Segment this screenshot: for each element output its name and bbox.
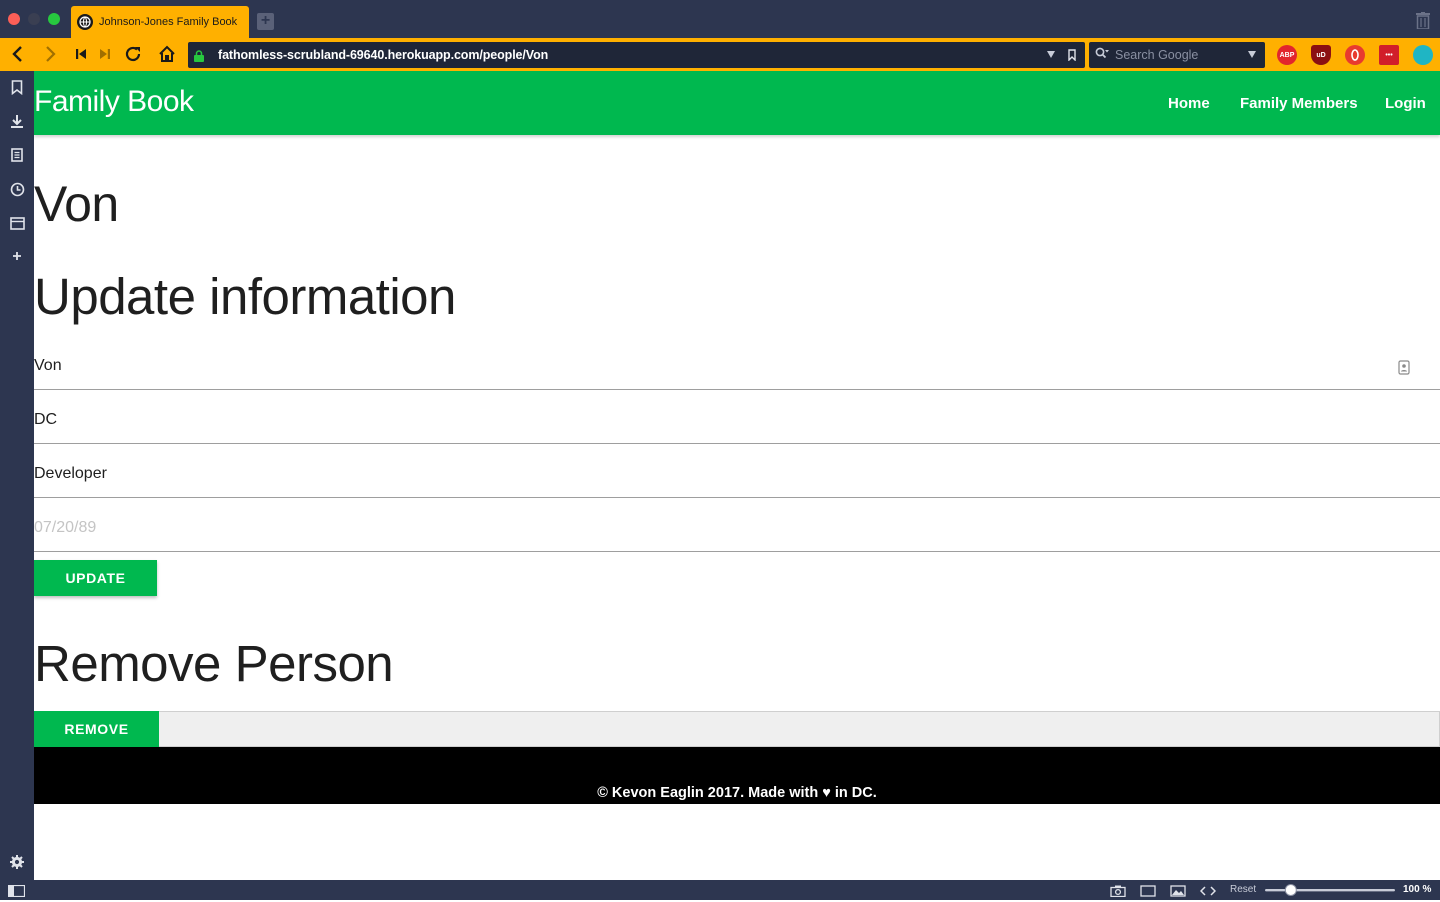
name-input[interactable] (34, 357, 1334, 375)
web-page: Family Book Home Family Members Login Vo… (34, 71, 1440, 880)
site-footer: © Kevon Eaglin 2017. Made with ♥ in DC. (34, 747, 1440, 804)
image-icon[interactable] (1170, 884, 1186, 902)
back-arrow-icon[interactable] (6, 43, 28, 65)
settings-gear-icon[interactable] (9, 854, 25, 870)
nav-home-link[interactable]: Home (1168, 95, 1210, 112)
tile-window-icon[interactable] (1140, 884, 1156, 902)
new-tab-button[interactable]: + (257, 13, 274, 30)
adblock-plus-icon[interactable]: ABP (1277, 45, 1297, 65)
fast-forward-icon[interactable] (94, 43, 116, 65)
rewind-icon[interactable] (70, 43, 92, 65)
lock-icon (194, 49, 204, 62)
search-placeholder: Search Google (1115, 48, 1199, 62)
home-icon[interactable] (156, 43, 178, 65)
close-window-button[interactable] (8, 13, 20, 25)
browser-tab-active[interactable]: Johnson-Jones Family Book (71, 6, 249, 38)
update-information-heading: Update information (34, 268, 456, 325)
remove-form-container (34, 711, 1440, 747)
occupation-field (34, 444, 1440, 498)
url-dropdown-icon[interactable] (1047, 51, 1055, 58)
ublock-origin-icon[interactable]: uD (1311, 45, 1331, 65)
zoom-reset-button[interactable]: Reset (1230, 884, 1256, 895)
contact-card-icon[interactable] (1398, 360, 1410, 375)
site-header: Family Book Home Family Members Login (34, 71, 1440, 135)
occupation-input[interactable] (34, 465, 1334, 483)
footer-copyright: © Kevon Eaglin 2017. Made with ♥ in DC. (597, 785, 877, 801)
panel-toggle-icon[interactable] (7, 884, 26, 902)
browser-titlebar: Johnson-Jones Family Book + (0, 0, 1440, 38)
person-name-heading: Von (34, 176, 119, 232)
search-dropdown-icon[interactable] (1248, 51, 1256, 58)
address-bar[interactable]: fathomless-scrubland-69640.herokuapp.com… (188, 42, 1085, 68)
reload-icon[interactable] (122, 43, 144, 65)
browser-sidebar (0, 71, 34, 880)
bookmarks-icon[interactable] (9, 79, 25, 95)
bookmark-icon[interactable] (1068, 48, 1076, 62)
nav-family-members-link[interactable]: Family Members (1240, 95, 1358, 112)
search-bar[interactable]: Search Google (1089, 42, 1265, 68)
forward-arrow-icon[interactable] (40, 43, 62, 65)
lastpass-icon[interactable]: ••• (1379, 45, 1399, 65)
remove-person-heading: Remove Person (34, 635, 394, 692)
browser-navbar: fathomless-scrubland-69640.herokuapp.com… (0, 38, 1440, 71)
window-panel-icon[interactable] (9, 215, 25, 231)
add-panel-icon[interactable] (9, 248, 25, 264)
birthday-input[interactable] (34, 519, 1334, 537)
code-icon[interactable] (1199, 884, 1217, 902)
search-icon (1095, 46, 1109, 64)
tab-title: Johnson-Jones Family Book (99, 16, 238, 28)
zoom-percent: 100 % (1403, 884, 1432, 895)
url-text: fathomless-scrubland-69640.herokuapp.com… (218, 48, 549, 62)
brand-logo-link[interactable]: Family Book (34, 85, 194, 119)
downloads-icon[interactable] (9, 113, 25, 129)
minimize-window-button[interactable] (28, 13, 40, 25)
nav-login-link[interactable]: Login (1385, 95, 1426, 112)
location-field (34, 390, 1440, 444)
maximize-window-button[interactable] (48, 13, 60, 25)
camera-icon[interactable] (1110, 884, 1126, 902)
globe-icon (77, 14, 93, 30)
extension-icon[interactable] (1413, 45, 1433, 65)
location-input[interactable] (34, 411, 1334, 429)
birthday-field (34, 498, 1440, 552)
remove-button[interactable]: REMOVE (34, 711, 159, 747)
opera-extension-icon[interactable] (1345, 45, 1365, 65)
update-button[interactable]: UPDATE (34, 560, 157, 596)
history-icon[interactable] (9, 181, 25, 197)
browser-statusbar: Reset 100 % (0, 880, 1440, 900)
name-field (34, 336, 1440, 390)
notes-icon[interactable] (9, 147, 25, 163)
zoom-slider[interactable] (1265, 884, 1395, 896)
trash-icon[interactable] (1416, 12, 1430, 30)
